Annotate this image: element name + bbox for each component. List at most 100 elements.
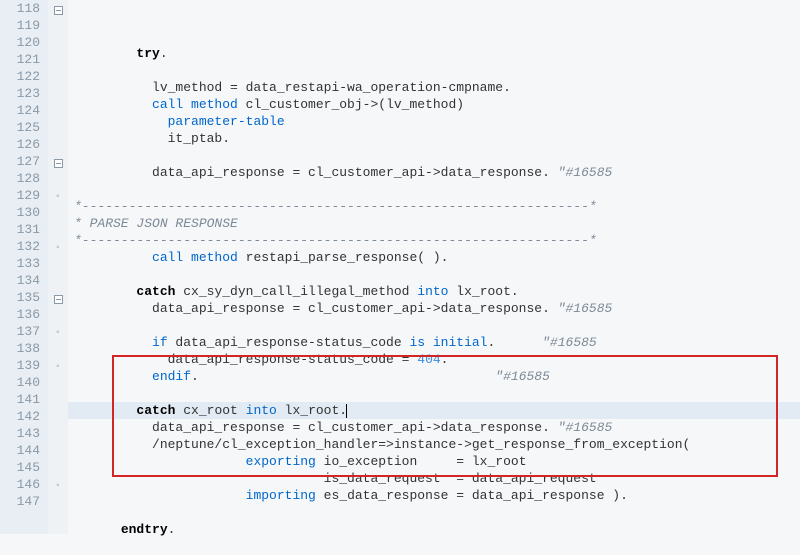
fold-end-marker: ◦ bbox=[55, 192, 61, 203]
code-line[interactable] bbox=[68, 181, 800, 198]
token-ident: /neptune/cl_exception_handler=>instance-… bbox=[152, 437, 690, 452]
fold-end-marker: ◦ bbox=[55, 481, 61, 492]
fold-cell bbox=[48, 170, 68, 187]
token-ident: . bbox=[168, 522, 176, 537]
text-caret bbox=[346, 404, 347, 418]
code-line[interactable]: *---------------------------------------… bbox=[68, 198, 800, 215]
token-ident: data_api_response = cl_customer_api->dat… bbox=[152, 420, 558, 435]
token-kwbold: endtry bbox=[121, 522, 168, 537]
code-area[interactable]: try. lv_method = data_restapi-wa_operati… bbox=[68, 0, 800, 534]
code-line[interactable] bbox=[68, 266, 800, 283]
code-line[interactable]: /neptune/cl_exception_handler=>instance-… bbox=[68, 436, 800, 453]
line-number: 124 bbox=[0, 102, 42, 119]
code-line[interactable]: is_data_request = data_api_request bbox=[68, 470, 800, 487]
fold-cell bbox=[48, 255, 68, 272]
fold-end-marker: ◦ bbox=[55, 362, 61, 373]
code-line[interactable]: endtry. bbox=[68, 521, 800, 538]
fold-cell bbox=[48, 17, 68, 34]
token-kw: into bbox=[246, 403, 277, 418]
token-ident: lx_root. bbox=[449, 284, 519, 299]
fold-column[interactable]: ◦◦◦◦◦ bbox=[48, 0, 68, 534]
line-number: 138 bbox=[0, 340, 42, 357]
fold-cell bbox=[48, 459, 68, 476]
token-comment: *---------------------------------------… bbox=[74, 233, 597, 248]
token-kw: exporting bbox=[246, 454, 316, 469]
code-line[interactable]: try. bbox=[68, 45, 800, 62]
token-ident: is_data_request = data_api_request bbox=[324, 471, 597, 486]
code-line[interactable]: * PARSE JSON RESPONSE bbox=[68, 215, 800, 232]
code-editor[interactable]: 1181191201211221231241251261271281291301… bbox=[0, 0, 800, 534]
fold-cell: ◦ bbox=[48, 357, 68, 374]
fold-cell: ◦ bbox=[48, 323, 68, 340]
fold-collapse-icon[interactable] bbox=[54, 6, 63, 15]
fold-cell: ◦ bbox=[48, 476, 68, 493]
code-line[interactable]: exporting io_exception = lx_root bbox=[68, 453, 800, 470]
token-kwbold: catch bbox=[136, 284, 175, 299]
code-line[interactable]: catch cx_sy_dyn_call_illegal_method into… bbox=[68, 283, 800, 300]
token-ident: . bbox=[160, 46, 168, 61]
fold-cell bbox=[48, 51, 68, 68]
token-ident: lv_method = data_restapi-wa_operation-cm… bbox=[152, 80, 511, 95]
fold-cell[interactable] bbox=[48, 0, 68, 17]
code-line[interactable]: importing es_data_response = data_api_re… bbox=[68, 487, 800, 504]
code-line[interactable]: parameter-table bbox=[68, 113, 800, 130]
token-ident: io_exception = lx_root bbox=[316, 454, 527, 469]
code-line[interactable]: data_api_response = cl_customer_api->dat… bbox=[68, 419, 800, 436]
token-ident: cx_sy_dyn_call_illegal_method bbox=[175, 284, 417, 299]
token-kw: endif bbox=[152, 369, 191, 384]
fold-cell[interactable] bbox=[48, 289, 68, 306]
line-number: 132 bbox=[0, 238, 42, 255]
line-number: 131 bbox=[0, 221, 42, 238]
code-line[interactable] bbox=[68, 317, 800, 334]
code-line[interactable] bbox=[68, 538, 800, 555]
code-line[interactable] bbox=[68, 504, 800, 521]
token-kw: if bbox=[152, 335, 168, 350]
token-kw: call method bbox=[152, 97, 238, 112]
code-line[interactable] bbox=[68, 147, 800, 164]
token-kwbold: catch bbox=[136, 403, 175, 418]
fold-collapse-icon[interactable] bbox=[54, 295, 63, 304]
fold-cell bbox=[48, 272, 68, 289]
token-comment: "#16585 bbox=[495, 369, 550, 384]
fold-cell bbox=[48, 102, 68, 119]
code-line[interactable]: endif. "#16585 bbox=[68, 368, 800, 385]
line-number: 120 bbox=[0, 34, 42, 51]
fold-end-marker: ◦ bbox=[55, 328, 61, 339]
line-number: 118 bbox=[0, 0, 42, 17]
code-line[interactable] bbox=[68, 62, 800, 79]
token-kw: is initial bbox=[409, 335, 487, 350]
code-line[interactable]: it_ptab. bbox=[68, 130, 800, 147]
fold-collapse-icon[interactable] bbox=[54, 159, 63, 168]
line-number: 142 bbox=[0, 408, 42, 425]
fold-cell bbox=[48, 374, 68, 391]
code-line[interactable]: if data_api_response-status_code is init… bbox=[68, 334, 800, 351]
code-line[interactable]: data_api_response-status_code = 404. bbox=[68, 351, 800, 368]
code-line[interactable]: data_api_response = cl_customer_api->dat… bbox=[68, 164, 800, 181]
line-number: 125 bbox=[0, 119, 42, 136]
fold-cell[interactable] bbox=[48, 153, 68, 170]
token-ident: . bbox=[487, 335, 495, 350]
fold-cell bbox=[48, 34, 68, 51]
line-number: 133 bbox=[0, 255, 42, 272]
fold-cell: ◦ bbox=[48, 187, 68, 204]
line-number: 130 bbox=[0, 204, 42, 221]
code-line[interactable]: *---------------------------------------… bbox=[68, 232, 800, 249]
line-number: 144 bbox=[0, 442, 42, 459]
line-number: 147 bbox=[0, 493, 42, 510]
code-line[interactable] bbox=[68, 385, 800, 402]
token-kw: into bbox=[417, 284, 448, 299]
fold-cell bbox=[48, 136, 68, 153]
code-line[interactable]: catch cx_root into lx_root. bbox=[68, 402, 800, 419]
code-line[interactable]: lv_method = data_restapi-wa_operation-cm… bbox=[68, 79, 800, 96]
line-number: 127 bbox=[0, 153, 42, 170]
line-number: 136 bbox=[0, 306, 42, 323]
code-line[interactable]: call method cl_customer_obj->(lv_method) bbox=[68, 96, 800, 113]
line-number: 121 bbox=[0, 51, 42, 68]
line-number: 141 bbox=[0, 391, 42, 408]
code-line[interactable]: data_api_response = cl_customer_api->dat… bbox=[68, 300, 800, 317]
line-number: 143 bbox=[0, 425, 42, 442]
line-number: 145 bbox=[0, 459, 42, 476]
token-ident: data_api_response-status_code bbox=[168, 335, 410, 350]
code-line[interactable]: call method restapi_parse_response( ). bbox=[68, 249, 800, 266]
line-number: 137 bbox=[0, 323, 42, 340]
